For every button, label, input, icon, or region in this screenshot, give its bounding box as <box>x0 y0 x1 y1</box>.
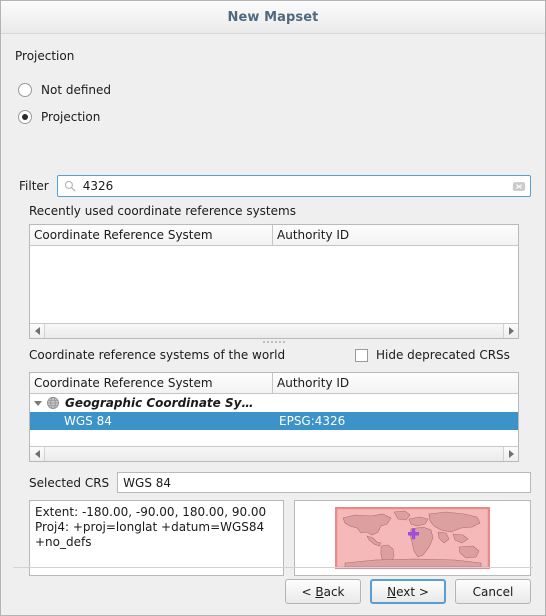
clear-icon[interactable] <box>512 181 526 192</box>
radio-not-defined-label: Not defined <box>41 83 112 97</box>
scroll-left-icon[interactable] <box>30 324 45 338</box>
filter-label: Filter <box>19 179 49 193</box>
crs-name-label: WGS 84 <box>64 414 112 428</box>
dialog-titlebar: New Mapset <box>1 1 545 34</box>
recent-crs-hscrollbar[interactable] <box>30 323 518 338</box>
new-mapset-dialog: New Mapset Projection Not defined Projec… <box>0 0 546 616</box>
footer-divider <box>13 567 533 568</box>
recent-scroll-track[interactable] <box>45 324 503 338</box>
radio-projection[interactable]: Projection <box>18 107 100 127</box>
dialog-footer: < Back Next > Cancel <box>1 544 545 615</box>
recent-crs-table[interactable]: Coordinate Reference System Authority ID <box>29 224 519 339</box>
selected-crs-row: Selected CRS WGS 84 <box>29 472 531 493</box>
table-row[interactable]: WGS 84 EPSG:4326 <box>30 412 518 430</box>
scroll-right-icon[interactable] <box>503 324 518 338</box>
world-crs-label: Coordinate reference systems of the worl… <box>29 348 286 362</box>
radio-not-defined[interactable]: Not defined <box>18 80 111 100</box>
crs-authority-cell: EPSG:4326 <box>279 414 346 428</box>
radio-not-defined-indicator[interactable] <box>18 83 32 97</box>
dialog-title: New Mapset <box>227 9 319 25</box>
tree-group-cell[interactable]: Geographic Coordinate Sy… <box>30 396 273 410</box>
hide-deprecated-indicator[interactable] <box>355 348 368 362</box>
recent-col-authority[interactable]: Authority ID <box>273 225 518 245</box>
radio-projection-label: Projection <box>41 110 101 124</box>
hide-deprecated-label: Hide deprecated CRSs <box>376 348 510 362</box>
recent-crs-body[interactable] <box>30 246 518 323</box>
chevron-down-icon[interactable] <box>30 400 46 406</box>
crs-name-cell[interactable]: WGS 84 <box>30 414 273 428</box>
world-scroll-track[interactable] <box>45 447 503 461</box>
table-row[interactable]: Geographic Coordinate Sy… <box>30 394 518 412</box>
world-crs-header: Coordinate Reference System Authority ID <box>30 373 518 394</box>
splitter-handle[interactable] <box>29 339 519 345</box>
cancel-button-label: Cancel <box>472 584 514 599</box>
filter-input[interactable]: 4326 <box>56 175 531 197</box>
scroll-left-icon[interactable] <box>30 447 45 461</box>
next-button-label: Next > <box>387 584 429 599</box>
recent-col-crs[interactable]: Coordinate Reference System <box>30 225 273 245</box>
world-col-crs[interactable]: Coordinate Reference System <box>30 373 273 393</box>
globe-icon <box>47 397 59 409</box>
scroll-right-icon[interactable] <box>503 447 518 461</box>
back-button[interactable]: < Back <box>285 579 361 604</box>
filter-value[interactable]: 4326 <box>83 179 505 193</box>
dialog-content: Projection Not defined Projection Filter… <box>1 34 545 576</box>
world-crs-hscrollbar[interactable] <box>30 446 518 461</box>
recent-crs-label: Recently used coordinate reference syste… <box>29 204 296 218</box>
cancel-button[interactable]: Cancel <box>455 579 531 604</box>
hide-deprecated-checkbox[interactable]: Hide deprecated CRSs <box>355 348 510 362</box>
radio-projection-indicator[interactable] <box>18 110 32 124</box>
back-button-label: < Back <box>301 584 345 599</box>
projection-group-label: Projection <box>15 49 75 63</box>
selected-crs-input[interactable]: WGS 84 <box>117 472 531 493</box>
filter-row: Filter 4326 <box>19 175 531 197</box>
world-col-authority[interactable]: Authority ID <box>273 373 518 393</box>
tree-group-label: Geographic Coordinate Sy… <box>65 396 254 410</box>
recent-crs-header: Coordinate Reference System Authority ID <box>30 225 518 246</box>
world-crs-table[interactable]: Coordinate Reference System Authority ID <box>29 372 519 462</box>
search-icon <box>64 180 76 192</box>
world-crs-body[interactable]: Geographic Coordinate Sy… WGS 84 EPSG:43… <box>30 394 518 446</box>
dialog-button-bar: < Back Next > Cancel <box>285 579 531 604</box>
next-button[interactable]: Next > <box>370 579 446 604</box>
selected-crs-label: Selected CRS <box>29 475 110 490</box>
